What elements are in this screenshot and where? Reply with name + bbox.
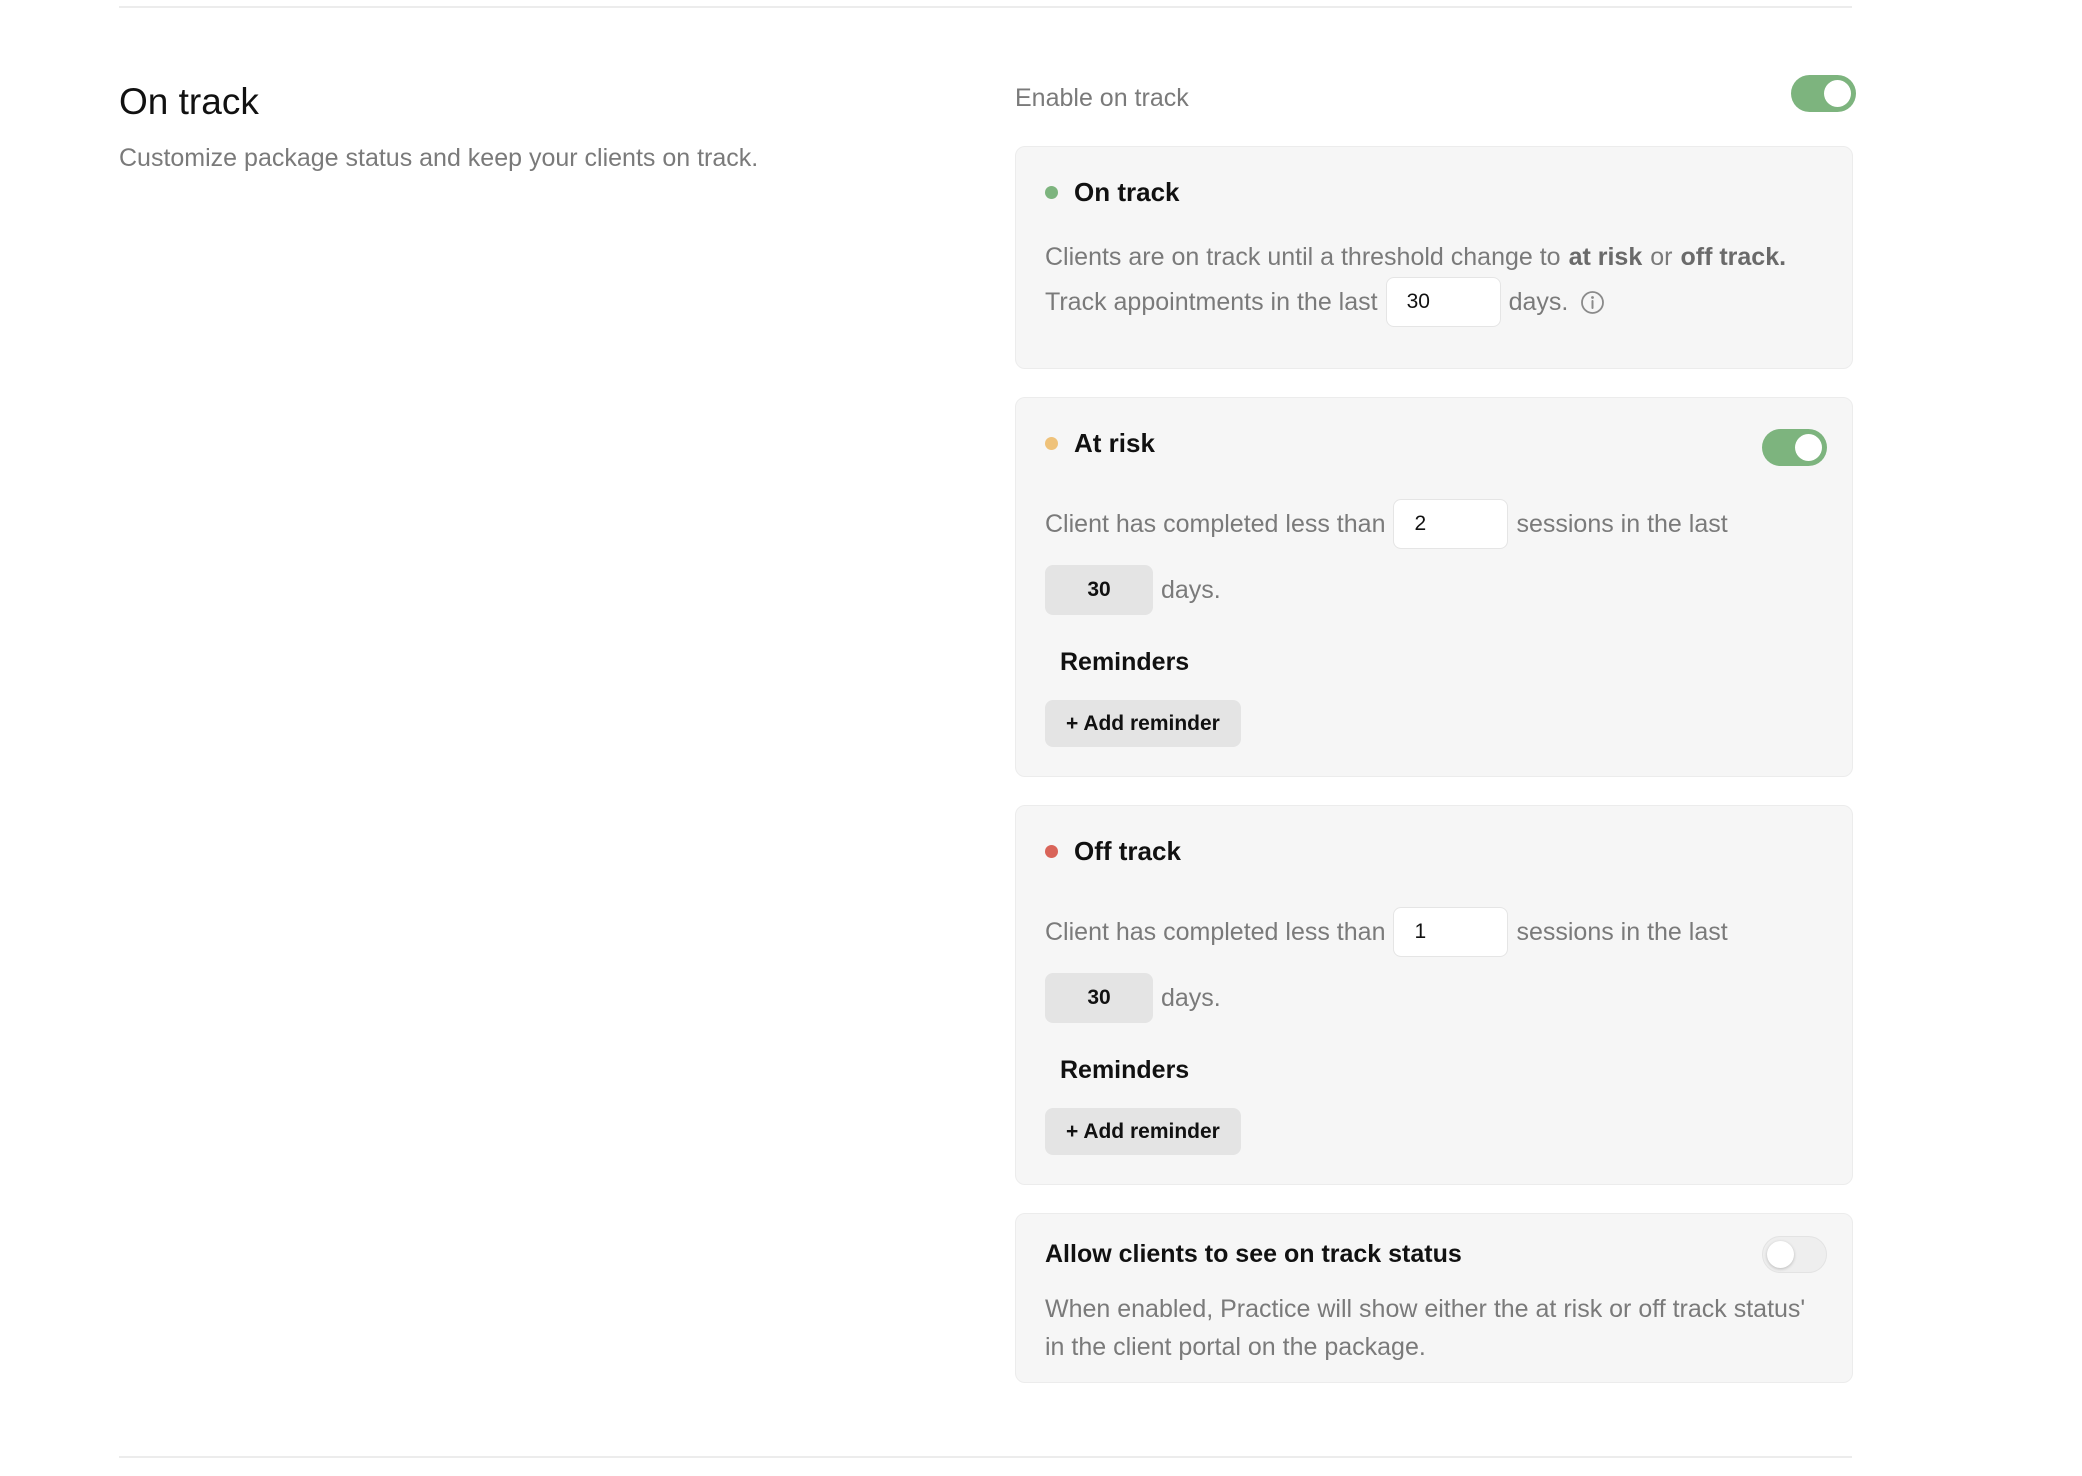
at-risk-sessions-label: sessions in the last	[1516, 509, 1728, 538]
off-track-title: Off track	[1074, 836, 1181, 866]
at-risk-emphasis: at risk	[1568, 243, 1643, 271]
at-risk-toggle[interactable]	[1762, 429, 1827, 466]
client-visibility-title: Allow clients to see on track status	[1045, 1240, 1462, 1268]
top-divider	[119, 6, 1852, 8]
off-track-sessions-label: sessions in the last	[1516, 917, 1728, 946]
at-risk-add-reminder-button[interactable]: + Add reminder	[1045, 700, 1241, 747]
at-risk-sessions-row: Client has completed less than sessions …	[1045, 499, 1728, 549]
section-title: On track	[119, 81, 259, 122]
at-risk-completed-label: Client has completed less than	[1045, 509, 1386, 538]
on-track-title: On track	[1074, 177, 1180, 207]
track-appointments-row: Track appointments in the last days.	[1045, 277, 1605, 327]
enable-row: Enable on track	[1015, 75, 1856, 137]
at-risk-days-row: days.	[1045, 565, 1221, 615]
off-track-card: Off track Client has completed less than…	[1015, 805, 1853, 1185]
off-track-days-input[interactable]	[1045, 973, 1153, 1023]
off-track-reminders-title: Reminders	[1060, 1056, 1190, 1084]
on-track-description: Clients are on track until a threshold c…	[1045, 243, 1786, 272]
off-track-days-suffix: days.	[1161, 983, 1221, 1012]
client-visibility-description: When enabled, Practice will show either …	[1045, 1295, 1806, 1361]
off-track-completed-label: Client has completed less than	[1045, 917, 1386, 946]
on-track-header: On track	[1045, 177, 1180, 208]
info-icon[interactable]	[1580, 290, 1605, 315]
or-text: or	[1650, 243, 1673, 271]
client-visibility-card: Allow clients to see on track status Whe…	[1015, 1213, 1853, 1383]
track-days-input[interactable]	[1385, 277, 1501, 327]
on-track-status-dot	[1045, 186, 1058, 199]
at-risk-days-input[interactable]	[1045, 565, 1153, 615]
enable-label: Enable on track	[1015, 84, 1189, 112]
client-visibility-toggle[interactable]	[1762, 1236, 1827, 1273]
off-track-status-dot	[1045, 845, 1058, 858]
at-risk-header: At risk	[1045, 428, 1155, 459]
at-risk-status-dot	[1045, 437, 1058, 450]
off-track-days-row: days.	[1045, 973, 1221, 1023]
enable-on-track-toggle[interactable]	[1791, 75, 1856, 112]
off-track-sessions-row: Client has completed less than sessions …	[1045, 907, 1728, 957]
off-track-sessions-input[interactable]	[1393, 907, 1509, 957]
bottom-divider	[119, 1456, 1852, 1458]
settings-panel: Enable on track On track Clients are on …	[1015, 75, 1856, 1411]
off-track-emphasis: off track.	[1680, 243, 1787, 271]
off-track-add-reminder-button[interactable]: + Add reminder	[1045, 1108, 1241, 1155]
at-risk-sessions-input[interactable]	[1393, 499, 1509, 549]
section-header: On track Customize package status and ke…	[119, 80, 939, 174]
at-risk-days-suffix: days.	[1161, 575, 1221, 604]
section-subtitle: Customize package status and keep your c…	[119, 144, 759, 172]
off-track-header: Off track	[1045, 836, 1181, 867]
track-appointments-label: Track appointments in the last	[1045, 287, 1378, 316]
on-track-card: On track Clients are on track until a th…	[1015, 146, 1853, 369]
at-risk-reminders-title: Reminders	[1060, 648, 1190, 676]
on-track-desc-text: Clients are on track until a threshold c…	[1045, 243, 1561, 271]
at-risk-title: At risk	[1074, 428, 1155, 458]
days-suffix: days.	[1508, 287, 1569, 316]
at-risk-card: At risk Client has completed less than s…	[1015, 397, 1853, 777]
